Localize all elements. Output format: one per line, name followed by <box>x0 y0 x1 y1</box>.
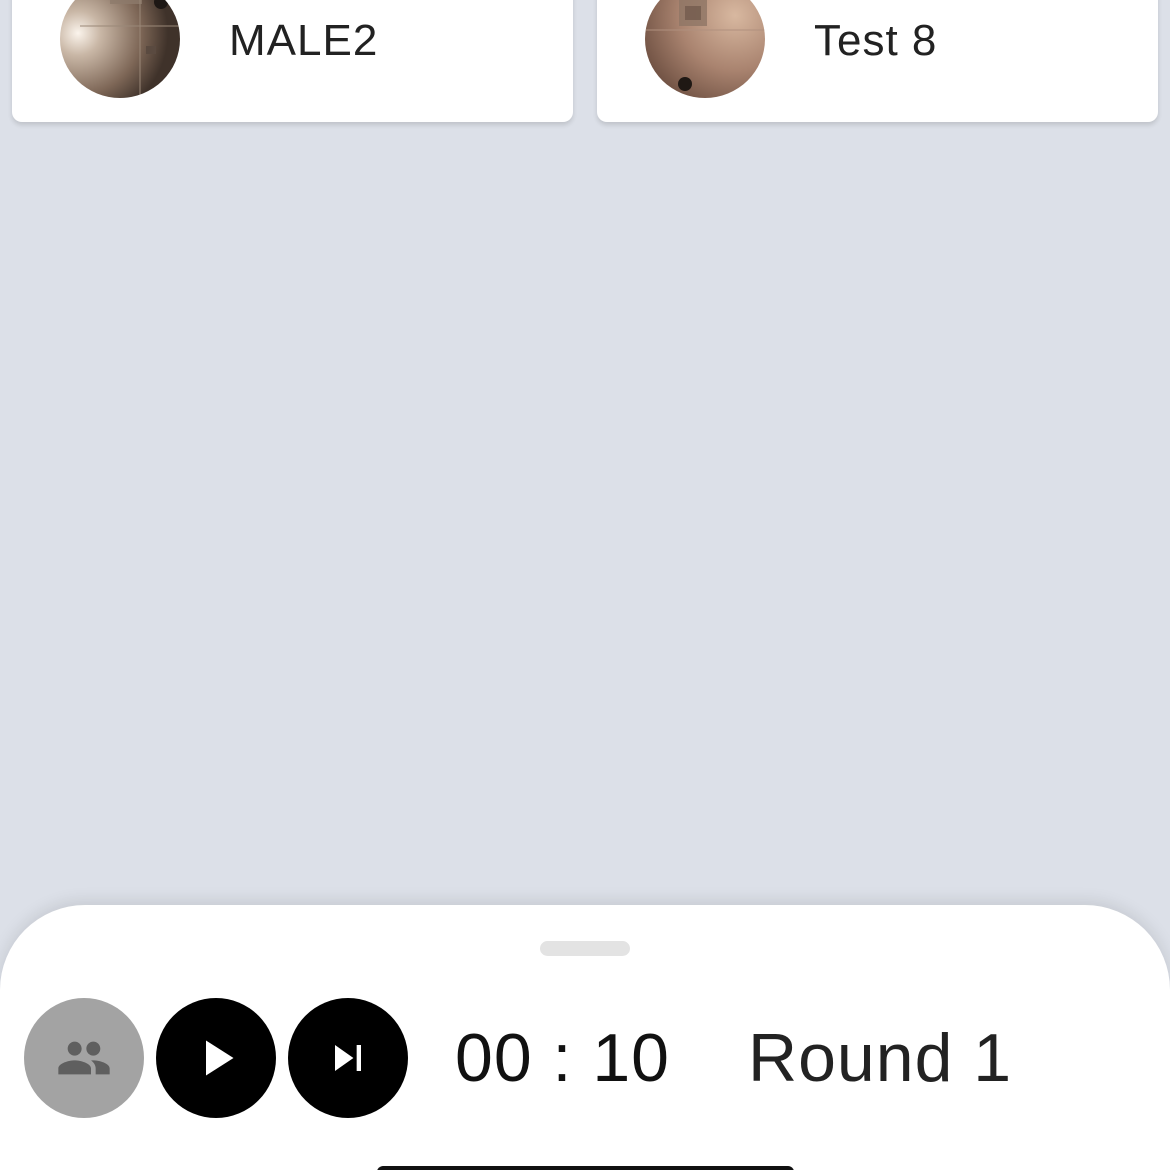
skip-next-button[interactable] <box>288 998 408 1118</box>
participant-avatar <box>645 0 765 98</box>
group-icon <box>58 1041 110 1075</box>
participant-card[interactable]: Test 8 <box>597 0 1158 122</box>
avatar-photo <box>60 0 180 98</box>
avatar-photo <box>645 0 765 98</box>
play-icon <box>206 1040 234 1076</box>
sheet-drag-handle[interactable] <box>540 941 630 956</box>
countdown-timer: 00 : 10 <box>455 1020 670 1096</box>
skip-next-icon <box>335 1045 361 1071</box>
session-screen: MALE2 Test 8 00: 10 Round 1 <box>0 0 1170 1170</box>
home-indicator <box>377 1166 794 1170</box>
round-label: Round 1 <box>748 1020 1013 1096</box>
participant-name: MALE2 <box>229 16 379 65</box>
play-button[interactable] <box>156 998 276 1118</box>
participant-name: Test 8 <box>814 16 938 65</box>
participant-card[interactable]: MALE2 <box>12 0 573 122</box>
bottom-control-sheet: 00 : 10 Round 1 <box>0 905 1170 1170</box>
group-button[interactable] <box>24 998 144 1118</box>
participant-avatar <box>60 0 180 98</box>
